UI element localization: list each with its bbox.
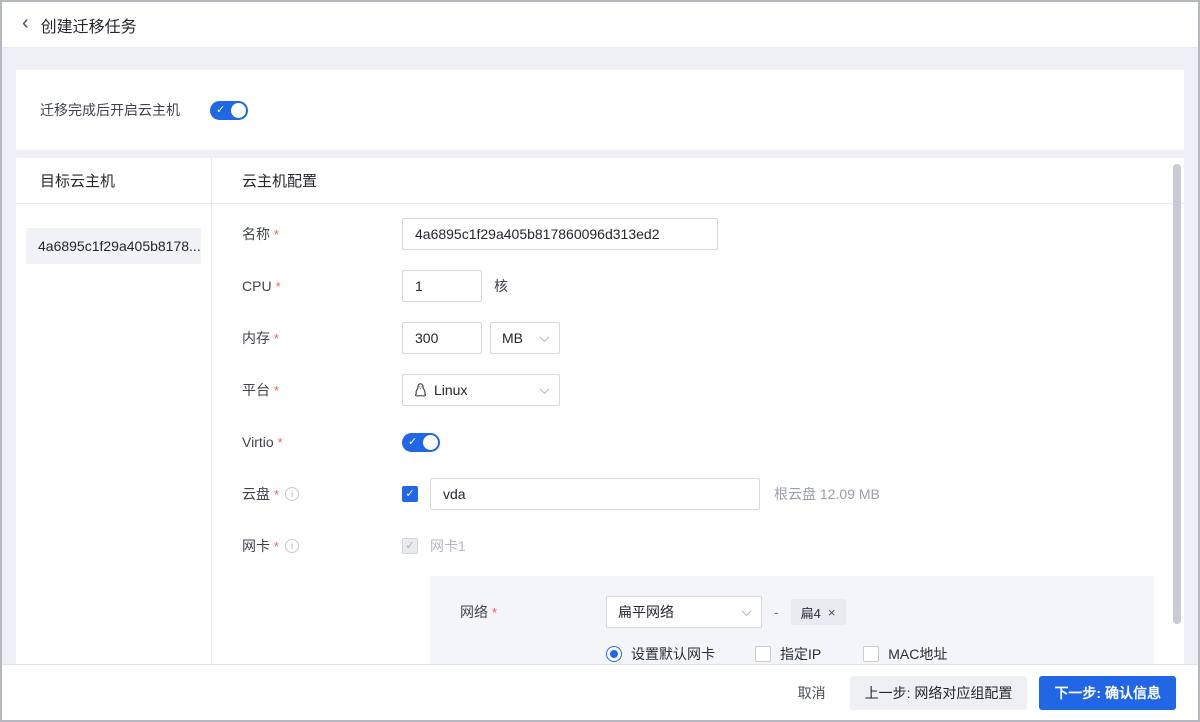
memory-input[interactable] — [402, 322, 482, 354]
toggle-knob — [231, 103, 246, 118]
platform-label-text: 平台 — [242, 380, 270, 400]
name-label: 名称 * — [242, 224, 402, 244]
platform-label: 平台 * — [242, 380, 402, 400]
virtio-label-text: Virtio — [242, 434, 274, 450]
default-nic-radio[interactable] — [606, 646, 622, 662]
vm-config-panel-title: 云主机配置 — [212, 158, 1184, 204]
cpu-label-text: CPU — [242, 278, 272, 294]
nic-checkbox-disabled — [402, 538, 418, 554]
memory-label-text: 内存 — [242, 328, 270, 348]
nic-label: 网卡 * i — [242, 536, 402, 556]
required-asterisk: * — [274, 331, 279, 346]
target-vm-panel-title: 目标云主机 — [16, 158, 211, 204]
default-nic-radio-label[interactable]: 设置默认网卡 — [631, 644, 715, 664]
radio-dot — [610, 650, 618, 658]
disk-label-text: 云盘 — [242, 484, 270, 504]
vm-config-panel: 云主机配置 名称 * CPU * — [212, 158, 1184, 664]
nic-name-label: 网卡1 — [430, 536, 466, 556]
assign-ip-label[interactable]: 指定IP — [780, 644, 821, 664]
previous-step-button[interactable]: 上一步: 网络对应组配置 — [850, 676, 1028, 710]
cpu-row: CPU * 核 — [242, 270, 1154, 302]
separator-dash: - — [774, 604, 779, 620]
virtio-toggle[interactable] — [402, 433, 440, 452]
name-label-text: 名称 — [242, 224, 270, 244]
power-on-toggle[interactable] — [210, 101, 248, 120]
network-tag: 扁4 × — [791, 599, 846, 625]
chevron-down-icon — [742, 606, 752, 616]
required-asterisk: * — [274, 487, 279, 502]
name-row: 名称 * — [242, 218, 1154, 250]
cancel-button[interactable]: 取消 — [798, 683, 826, 703]
assign-ip-checkbox[interactable] — [755, 646, 771, 662]
mac-address-label[interactable]: MAC地址 — [888, 644, 947, 664]
info-icon[interactable]: i — [285, 539, 299, 553]
chevron-down-icon — [540, 332, 550, 342]
disk-name-input[interactable] — [430, 478, 760, 510]
next-step-button[interactable]: 下一步: 确认信息 — [1039, 676, 1176, 710]
content-area: 迁移完成后开启云主机 目标云主机 4a6895c1f29a405b8178...… — [2, 48, 1198, 664]
disk-checkbox[interactable] — [402, 486, 418, 502]
power-on-card: 迁移完成后开启云主机 — [16, 70, 1184, 150]
create-migration-task-page: ‹ 创建迁移任务 迁移完成后开启云主机 目标云主机 4a6895c1f29a40… — [0, 0, 1200, 722]
network-label: 网络 * — [460, 602, 606, 622]
required-asterisk: * — [278, 435, 283, 450]
network-select-row: 网络 * 扁平网络 - 扁4 × — [460, 596, 1134, 628]
network-options-row: 设置默认网卡 指定IP MAC地址 — [606, 644, 1134, 664]
linux-penguin-icon — [414, 383, 427, 398]
top-bar: ‹ 创建迁移任务 — [2, 2, 1198, 48]
network-type-select[interactable]: 扁平网络 — [606, 596, 762, 628]
info-icon[interactable]: i — [285, 487, 299, 501]
target-vm-item[interactable]: 4a6895c1f29a405b8178... — [26, 228, 201, 264]
cpu-input[interactable] — [402, 270, 482, 302]
required-asterisk: * — [274, 383, 279, 398]
platform-select[interactable]: Linux — [402, 374, 560, 406]
vertical-scrollbar[interactable] — [1173, 164, 1181, 624]
cpu-label: CPU * — [242, 278, 402, 294]
back-icon[interactable]: ‹ — [22, 13, 29, 33]
footer-bar: 取消 上一步: 网络对应组配置 下一步: 确认信息 — [2, 664, 1198, 720]
network-subpanel: 网络 * 扁平网络 - 扁4 × — [430, 576, 1154, 664]
chevron-down-icon — [540, 384, 550, 394]
required-asterisk: * — [492, 605, 497, 620]
disk-label: 云盘 * i — [242, 484, 402, 504]
nic-row: 网卡 * i 网卡1 — [242, 530, 1154, 562]
power-on-label: 迁移完成后开启云主机 — [40, 100, 180, 120]
memory-label: 内存 * — [242, 328, 402, 348]
target-vm-panel: 目标云主机 4a6895c1f29a405b8178... — [16, 158, 212, 664]
platform-value: Linux — [434, 382, 467, 398]
network-type-value: 扁平网络 — [618, 602, 735, 622]
vm-config-form: 名称 * CPU * 核 — [212, 204, 1184, 664]
nic-label-text: 网卡 — [242, 536, 270, 556]
required-asterisk: * — [274, 227, 279, 242]
network-tag-label: 扁4 — [801, 603, 821, 622]
network-label-text: 网络 — [460, 602, 488, 622]
page-title: 创建迁移任务 — [41, 13, 137, 37]
toggle-knob — [423, 435, 438, 450]
platform-row: 平台 * Linux — [242, 374, 1154, 406]
name-input[interactable] — [402, 218, 718, 250]
virtio-row: Virtio * — [242, 426, 1154, 458]
vm-config-card: 目标云主机 4a6895c1f29a405b8178... 云主机配置 名称 * — [16, 158, 1184, 664]
mac-address-checkbox[interactable] — [863, 646, 879, 662]
disk-size-hint: 根云盘 12.09 MB — [774, 484, 880, 504]
target-vm-list: 4a6895c1f29a405b8178... — [16, 204, 211, 288]
disk-row: 云盘 * i 根云盘 12.09 MB — [242, 478, 1154, 510]
memory-unit-select[interactable]: MB — [490, 322, 560, 354]
memory-unit-value: MB — [502, 330, 533, 346]
virtio-label: Virtio * — [242, 434, 402, 450]
close-icon[interactable]: × — [828, 606, 836, 619]
required-asterisk: * — [274, 539, 279, 554]
cpu-unit-label: 核 — [494, 276, 508, 296]
memory-row: 内存 * MB — [242, 322, 1154, 354]
required-asterisk: * — [276, 279, 281, 294]
